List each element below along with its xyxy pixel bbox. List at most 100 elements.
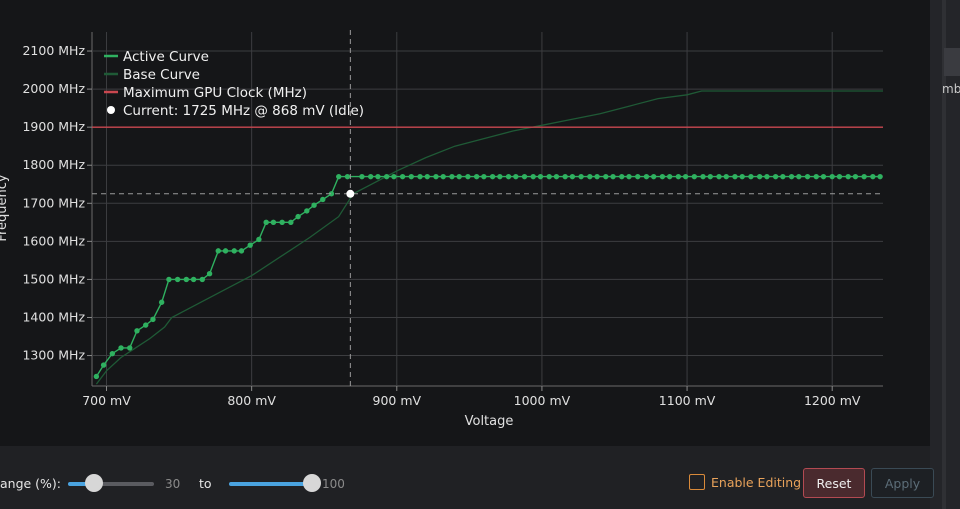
active-curve-point xyxy=(359,173,365,180)
range-min-slider-handle[interactable] xyxy=(85,474,103,492)
active-curve-point xyxy=(100,362,107,368)
active-curve-point xyxy=(497,173,503,180)
y-tick-label: 2000 MHz xyxy=(22,81,85,96)
active-curve-point xyxy=(587,173,593,180)
active-curve-point xyxy=(739,173,745,180)
active-curve-point xyxy=(399,173,406,180)
active-curve-point xyxy=(247,242,253,248)
x-tick-label: 1200 mV xyxy=(804,393,861,408)
chart-panel: 700 mV 800 mV 900 mV 1000 mV 1100 mV 1200 mV 1… xyxy=(0,0,930,446)
active-curve-point xyxy=(650,173,657,180)
active-curve-point xyxy=(256,236,262,243)
y-tick-label: 1300 MHz xyxy=(22,348,85,363)
active-curve-point xyxy=(473,173,480,180)
active-curve-point xyxy=(691,173,698,180)
active-curve-point xyxy=(367,173,374,180)
to-label: to xyxy=(199,476,212,491)
range-max-value: 100 xyxy=(322,477,345,491)
active-curve-point xyxy=(723,173,729,180)
active-curve-point xyxy=(449,173,455,180)
y-tick-label: 1700 MHz xyxy=(22,195,85,210)
active-curve-point xyxy=(877,173,883,180)
active-curve-point xyxy=(675,173,682,180)
active-curve-point xyxy=(383,173,390,180)
active-curve-point xyxy=(391,173,397,180)
y-tick-label: 1400 MHz xyxy=(22,309,85,324)
active-curve-line xyxy=(95,175,881,377)
active-curve-point xyxy=(417,173,423,180)
active-curve-point xyxy=(222,248,229,254)
active-curve-point xyxy=(836,173,843,180)
active-curve-point xyxy=(643,173,650,180)
active-curve-point xyxy=(433,173,439,180)
active-curve-point xyxy=(143,322,149,328)
range-max-slider-handle[interactable] xyxy=(303,474,321,492)
active-curve-point xyxy=(408,173,415,180)
active-curve-point xyxy=(829,173,835,180)
active-curve-point xyxy=(166,276,172,283)
active-curve-point xyxy=(562,173,568,180)
vf-curve-chart[interactable]: 700 mV 800 mV 900 mV 1000 mV 1100 mV 1200 mV 1… xyxy=(0,0,930,446)
apply-button[interactable]: Apply xyxy=(871,468,934,498)
active-curve-point xyxy=(279,219,285,226)
active-curve-point xyxy=(174,276,181,283)
active-curve-point xyxy=(578,173,584,180)
active-curve-point xyxy=(183,276,190,283)
current-point-marker xyxy=(346,189,355,198)
active-curve-point xyxy=(440,173,446,180)
active-curve-point xyxy=(666,173,673,180)
enable-editing-label[interactable]: Enable Editing xyxy=(711,475,801,490)
right-side-field[interactable] xyxy=(944,48,960,76)
active-curve-point xyxy=(537,173,544,180)
active-curve-point xyxy=(456,173,462,180)
x-tick-label: 900 mV xyxy=(373,393,422,408)
reset-button[interactable]: Reset xyxy=(803,468,865,498)
active-curve-point xyxy=(732,173,738,180)
right-side-panel: mbe xyxy=(930,0,960,509)
active-curve-point xyxy=(150,316,156,323)
active-curve-point xyxy=(238,248,245,254)
active-curve-point xyxy=(594,173,600,180)
active-curve-point xyxy=(659,173,666,180)
x-tick-label: 700 mV xyxy=(82,393,131,408)
active-curve-point xyxy=(707,173,713,180)
active-curve-point xyxy=(424,173,430,180)
legend-label: Base Curve xyxy=(123,67,200,83)
active-curve-point xyxy=(780,173,786,180)
legend-label: Active Curve xyxy=(123,49,209,65)
x-tick-label: 800 mV xyxy=(227,393,276,408)
active-curve-point xyxy=(270,219,277,226)
y-tick-label: 2100 MHz xyxy=(22,43,85,58)
active-curve-point xyxy=(569,173,576,180)
range-min-value: 30 xyxy=(165,477,181,491)
series-layer xyxy=(92,30,883,386)
active-curve-point xyxy=(158,299,165,305)
active-curve-point xyxy=(288,219,294,226)
base-curve-line xyxy=(95,90,883,385)
active-curve-point xyxy=(320,196,326,203)
active-curve-point xyxy=(521,173,528,180)
active-curve-point xyxy=(513,173,519,180)
active-curve-point xyxy=(626,173,632,180)
active-curve-point xyxy=(190,276,197,283)
active-curve-point xyxy=(820,173,827,180)
x-axis-label: Voltage xyxy=(465,414,514,429)
range-min-slider-track[interactable] xyxy=(94,482,154,486)
active-curve-point xyxy=(700,173,706,180)
legend-label: Maximum GPU Clock (MHz) xyxy=(123,85,307,101)
active-curve-point xyxy=(311,202,317,208)
enable-editing-checkbox[interactable] xyxy=(689,474,705,490)
active-curve-point xyxy=(635,173,641,180)
active-curve-point xyxy=(716,173,722,180)
active-curve-point xyxy=(344,173,351,180)
active-curve-point xyxy=(804,173,811,180)
x-tick-label: 1000 mV xyxy=(514,393,571,408)
active-curve-point xyxy=(603,173,609,180)
active-curve-point xyxy=(231,248,237,254)
legend-label: Current: 1725 MHz @ 868 mV (Idle) xyxy=(123,103,364,119)
active-curve-point xyxy=(134,328,140,334)
active-curve-point xyxy=(852,173,859,180)
active-curve-point xyxy=(263,219,269,226)
active-curve-point xyxy=(870,173,876,180)
range-max-slider-fill[interactable] xyxy=(229,482,311,486)
